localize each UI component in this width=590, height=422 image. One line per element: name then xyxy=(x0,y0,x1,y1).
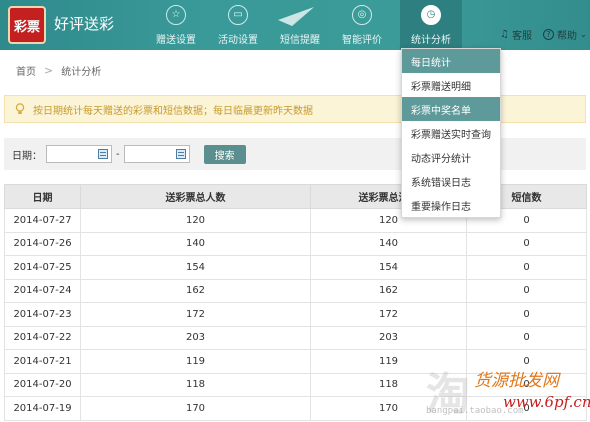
brand-title: 好评送彩 xyxy=(54,15,115,33)
nav-gift-settings[interactable]: ☆ 赠送设置 xyxy=(145,0,207,50)
cell: 118 xyxy=(80,372,311,397)
nav-statistics[interactable]: ◷ 统计分析 xyxy=(400,0,462,50)
date-cell: 2014-07-26 xyxy=(4,231,81,256)
cell: 162 xyxy=(80,278,311,303)
service-label: 客服 xyxy=(511,31,532,42)
menu-item-gift-details[interactable]: 彩票赠送明细 xyxy=(402,73,500,97)
date-cell: 2014-07-21 xyxy=(4,349,81,374)
cell: 172 xyxy=(80,302,311,327)
help-link[interactable]: ? 帮助 ⌄ xyxy=(543,27,587,42)
cell: 140 xyxy=(80,231,311,256)
clock-icon: ◷ xyxy=(421,5,441,25)
table-row: 2014-07-23 172 172 0 xyxy=(4,302,587,327)
date-cell: 2014-07-24 xyxy=(4,278,81,303)
table-row: 2014-07-25 154 154 0 xyxy=(4,255,587,280)
breadcrumb-home[interactable]: 首页 xyxy=(16,63,36,78)
end-date-input[interactable] xyxy=(123,145,190,163)
start-date-input[interactable] xyxy=(46,145,112,163)
cell: 120 xyxy=(80,208,311,233)
nav-activity-settings[interactable]: ▭ 活动设置 xyxy=(207,0,269,50)
cell: 170 xyxy=(80,396,311,421)
nav-smart-review[interactable]: ◎ 智能评价 xyxy=(331,0,393,50)
chat-icon: ◎ xyxy=(352,5,372,25)
cell: 0 xyxy=(466,278,587,303)
date-cell: 2014-07-23 xyxy=(4,302,81,327)
help-icon: ? xyxy=(543,29,554,40)
table-row: 2014-07-22 203 203 0 xyxy=(4,325,587,350)
star-icon: ☆ xyxy=(166,5,186,25)
cell: 0 xyxy=(466,255,587,280)
nav-label: 智能评价 xyxy=(342,35,382,46)
watermark-shop: bangpai.taobao.com xyxy=(426,406,524,416)
chevron-down-icon: ⌄ xyxy=(580,30,587,39)
statistics-dropdown-menu: 每日统计 彩票赠送明细 彩票中奖名单 彩票赠送实时查询 动态评分统计 系统错误日… xyxy=(401,48,501,218)
cell: 172 xyxy=(310,302,467,327)
menu-item-realtime-query[interactable]: 彩票赠送实时查询 xyxy=(402,121,500,145)
cell: 119 xyxy=(80,349,311,374)
menu-item-daily-stats[interactable]: 每日统计 xyxy=(402,49,500,73)
breadcrumb-separator: > xyxy=(44,63,54,77)
table-row: 2014-07-26 140 140 0 xyxy=(4,231,587,256)
cell: 0 xyxy=(466,302,587,327)
lightbulb-icon xyxy=(15,103,25,114)
customer-service-link[interactable]: ♫ 客服 xyxy=(500,27,532,42)
nav-label: 短信提醒 xyxy=(280,35,320,46)
cell: 162 xyxy=(310,278,467,303)
screen-icon: ▭ xyxy=(228,5,248,25)
help-label: 帮助 xyxy=(557,31,577,42)
nav-label: 活动设置 xyxy=(218,35,258,46)
nav-label: 赠送设置 xyxy=(156,35,196,46)
notice-text: 按日期统计每天赠送的彩票和短信数据；每日临晨更新昨天数据 xyxy=(33,105,313,117)
search-button[interactable]: 搜索 xyxy=(203,144,246,164)
cell: 154 xyxy=(310,255,467,280)
date-cell: 2014-07-20 xyxy=(4,372,81,397)
date-label: 日期： xyxy=(12,150,42,162)
nav-label: 统计分析 xyxy=(411,35,451,46)
date-cell: 2014-07-25 xyxy=(4,255,81,280)
cell: 0 xyxy=(466,231,587,256)
menu-item-error-log[interactable]: 系统错误日志 xyxy=(402,169,500,193)
headset-icon: ♫ xyxy=(500,29,509,40)
menu-item-rating-stats[interactable]: 动态评分统计 xyxy=(402,145,500,169)
column-header: 日期 xyxy=(4,184,81,209)
menu-item-operation-log[interactable]: 重要操作日志 xyxy=(402,193,500,217)
logo[interactable]: 彩票 xyxy=(8,6,46,44)
breadcrumb-current: 统计分析 xyxy=(61,66,102,78)
column-header: 送彩票总人数 xyxy=(80,184,311,209)
paper-plane-icon xyxy=(278,7,314,26)
breadcrumb: 首页 > 统计分析 xyxy=(0,56,590,84)
date-cell: 2014-07-19 xyxy=(4,396,81,421)
watermark-text: 货源批发网 xyxy=(474,371,559,391)
date-range-dash: - xyxy=(116,148,120,160)
date-cell: 2014-07-22 xyxy=(4,325,81,350)
cell: 203 xyxy=(80,325,311,350)
calendar-icon[interactable] xyxy=(175,149,186,159)
calendar-icon[interactable] xyxy=(98,149,108,159)
cell: 140 xyxy=(310,231,467,256)
top-header: 彩票 好评送彩 ☆ 赠送设置 ▭ 活动设置 短信提醒 ◎ 智能评价 ◷ 统计分析… xyxy=(0,0,590,50)
cell: 0 xyxy=(466,325,587,350)
cell: 154 xyxy=(80,255,311,280)
cell: 203 xyxy=(310,325,467,350)
table-row: 2014-07-24 162 162 0 xyxy=(4,278,587,303)
date-cell: 2014-07-27 xyxy=(4,208,81,233)
menu-item-winners-list[interactable]: 彩票中奖名单 xyxy=(402,97,500,121)
